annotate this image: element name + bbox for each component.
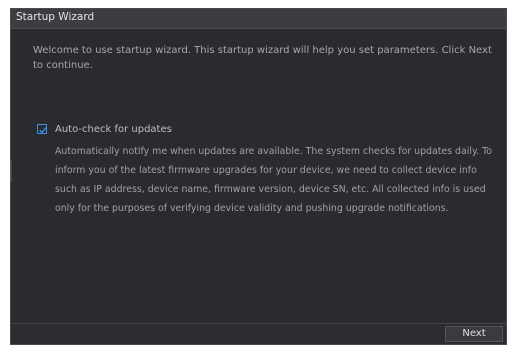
auto-check-checkbox[interactable] (37, 124, 47, 134)
title-bar: Startup Wizard (11, 9, 506, 29)
auto-check-label: Auto-check for updates (55, 123, 172, 135)
window-title: Startup Wizard (16, 11, 95, 23)
auto-check-row[interactable]: Auto-check for updates (37, 122, 172, 136)
checkmark-icon (39, 126, 47, 134)
next-button[interactable]: Next (445, 326, 503, 342)
edge-marker (10, 160, 12, 182)
footer-bar: Next (11, 323, 506, 344)
auto-check-description: Automatically notify me when updates are… (55, 146, 492, 214)
startup-wizard-dialog: Startup Wizard Welcome to use startup wi… (10, 8, 507, 345)
welcome-text: Welcome to use startup wizard. This star… (33, 45, 492, 71)
